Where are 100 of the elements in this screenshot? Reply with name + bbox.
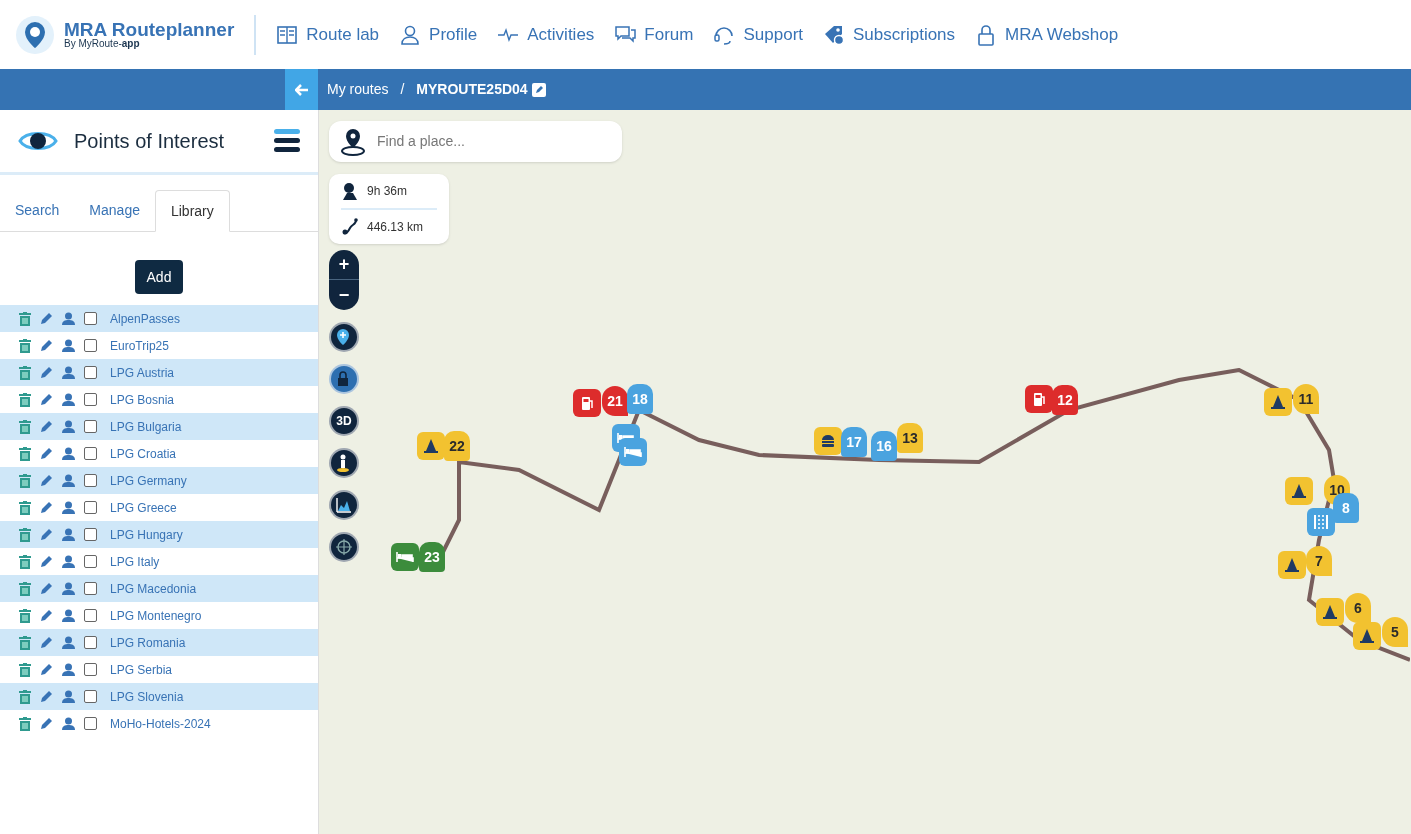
person-icon[interactable] (62, 393, 75, 406)
lock-tool-button[interactable] (329, 364, 359, 394)
person-icon[interactable] (62, 717, 75, 730)
person-icon[interactable] (62, 312, 75, 325)
checkbox[interactable] (84, 474, 97, 487)
cone-marker[interactable] (417, 432, 445, 460)
cone-marker[interactable] (1316, 598, 1344, 626)
library-item-link[interactable]: LPG Montenegro (110, 606, 202, 625)
checkbox[interactable] (84, 312, 97, 325)
checkbox[interactable] (84, 528, 97, 541)
nav-link[interactable]: Profile (399, 21, 478, 48)
tab[interactable]: Search (0, 189, 75, 231)
pencil-icon[interactable] (40, 501, 53, 514)
pencil-icon[interactable] (40, 366, 53, 379)
trash-icon[interactable] (19, 392, 31, 407)
hand-marker[interactable]: 12 (1052, 385, 1078, 415)
pin-tool-button[interactable] (329, 322, 359, 352)
pencil-icon[interactable] (40, 663, 53, 676)
library-item-link[interactable]: MoHo-Hotels-2024 (110, 714, 211, 733)
person-icon[interactable] (62, 609, 75, 622)
hand-marker[interactable]: 13 (897, 423, 923, 453)
lanes-marker[interactable] (1307, 508, 1335, 536)
checkbox[interactable] (84, 690, 97, 703)
person-icon[interactable] (62, 501, 75, 514)
library-item-link[interactable]: LPG Bulgaria (110, 417, 182, 436)
cone-marker[interactable] (1264, 388, 1292, 416)
trash-icon[interactable] (19, 419, 31, 434)
checkbox[interactable] (84, 339, 97, 352)
library-item-link[interactable]: EuroTrip25 (110, 336, 169, 355)
trash-icon[interactable] (19, 608, 31, 623)
person-icon[interactable] (62, 663, 75, 676)
person-icon[interactable] (62, 339, 75, 352)
trash-icon[interactable] (19, 473, 31, 488)
numbered-pin[interactable]: 5 (1382, 617, 1408, 647)
pencil-icon[interactable] (40, 582, 53, 595)
person-icon[interactable] (62, 582, 75, 595)
library-item-link[interactable]: LPG Greece (110, 498, 177, 517)
checkbox[interactable] (84, 447, 97, 460)
person-icon[interactable] (62, 420, 75, 433)
nav-link[interactable]: Forum (614, 21, 694, 48)
person-icon[interactable] (62, 474, 75, 487)
pencil-icon[interactable] (40, 393, 53, 406)
trash-icon[interactable] (19, 311, 31, 326)
edit-icon[interactable] (531, 82, 546, 97)
person-tool-button[interactable] (329, 448, 359, 478)
person-icon[interactable] (62, 366, 75, 379)
hand-marker[interactable]: 16 (871, 431, 897, 461)
checkbox[interactable] (84, 609, 97, 622)
pencil-icon[interactable] (40, 420, 53, 433)
checkbox[interactable] (84, 663, 97, 676)
add-button[interactable]: Add (134, 260, 184, 294)
checkbox[interactable] (84, 555, 97, 568)
pencil-icon[interactable] (40, 690, 53, 703)
trash-icon[interactable] (19, 581, 31, 596)
library-item-link[interactable]: LPG Hungary (110, 525, 183, 544)
tab[interactable]: Library (154, 190, 230, 232)
numbered-pin[interactable]: 6 (1345, 593, 1371, 623)
library-item-link[interactable]: LPG Germany (110, 471, 187, 490)
nav-link[interactable]: Activities (497, 21, 595, 48)
crosshair-tool-button[interactable] (329, 532, 359, 562)
library-item-link[interactable]: LPG Austria (110, 363, 175, 382)
pencil-icon[interactable] (40, 636, 53, 649)
person-icon[interactable] (62, 528, 75, 541)
trash-icon[interactable] (19, 338, 31, 353)
place-search-input[interactable]: Find a place... (377, 131, 610, 152)
nav-link[interactable]: MRA Webshop (975, 21, 1119, 48)
checkbox[interactable] (84, 501, 97, 514)
pencil-icon[interactable] (40, 717, 53, 730)
zoom-out-button[interactable]: − (329, 280, 359, 310)
fuel-marker[interactable] (1025, 385, 1053, 413)
library-item-link[interactable]: LPG Italy (110, 552, 160, 571)
cone-marker[interactable] (1285, 477, 1313, 505)
burger-marker[interactable] (814, 427, 842, 455)
library-item-link[interactable]: LPG Croatia (110, 444, 177, 463)
checkbox[interactable] (84, 393, 97, 406)
library-item-link[interactable]: LPG Romania (110, 633, 186, 652)
trash-icon[interactable] (19, 689, 31, 704)
numbered-pin[interactable]: 11 (1293, 384, 1319, 414)
trash-icon[interactable] (19, 662, 31, 677)
library-item-link[interactable]: LPG Bosnia (110, 390, 175, 409)
pencil-icon[interactable] (40, 312, 53, 325)
trash-icon[interactable] (19, 500, 31, 515)
nav-link[interactable]: Route lab (276, 21, 380, 48)
library-item-link[interactable]: LPG Macedonia (110, 579, 197, 598)
breadcrumb-link[interactable]: My routes (327, 79, 389, 100)
bed-marker[interactable] (619, 438, 647, 466)
place-search-field[interactable]: Find a place... (329, 121, 622, 162)
checkbox[interactable] (84, 366, 97, 379)
hand-marker[interactable]: 18 (627, 384, 653, 414)
pencil-icon[interactable] (40, 555, 53, 568)
person-icon[interactable] (62, 447, 75, 460)
hand-marker[interactable]: 23 (419, 542, 445, 572)
tab[interactable]: Manage (74, 189, 155, 231)
trash-icon[interactable] (19, 446, 31, 461)
checkbox[interactable] (84, 636, 97, 649)
trash-icon[interactable] (19, 365, 31, 380)
pencil-icon[interactable] (40, 528, 53, 541)
hand-marker[interactable]: 17 (841, 427, 867, 457)
person-icon[interactable] (62, 555, 75, 568)
nav-link[interactable]: Subscriptions (823, 21, 956, 48)
